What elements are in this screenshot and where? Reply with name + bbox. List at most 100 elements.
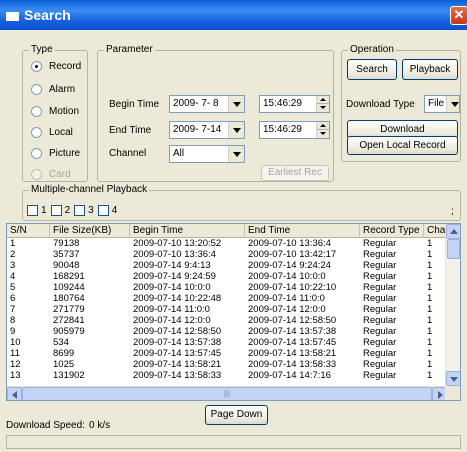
scroll-corner bbox=[445, 386, 460, 400]
begin-time-value: 15:46:29 bbox=[263, 98, 302, 109]
radio-button[interactable] bbox=[31, 147, 42, 159]
checkbox[interactable] bbox=[27, 205, 38, 216]
table-cell: 2009-07-14 12:58:50 bbox=[248, 316, 337, 326]
open-local-record-button[interactable]: Open Local Record bbox=[347, 136, 458, 155]
window-icon bbox=[6, 12, 19, 21]
scroll-up-button[interactable] bbox=[446, 224, 460, 239]
table-row[interactable]: 11 8699 2009-07-14 13:57:45 2009-07-14 13:5… bbox=[7, 349, 447, 359]
table-row[interactable]: 7 271779 2009-07-14 11:0:0 2009-07-14 12:0:… bbox=[7, 305, 447, 315]
column-header-record-type[interactable]: Record Type bbox=[360, 224, 424, 238]
channel-checkbox-1[interactable]: 1 bbox=[27, 205, 47, 216]
radio-button[interactable] bbox=[31, 60, 42, 72]
table-row[interactable]: 3 90048 2009-07-14 9:4:13 2009-07-14 9:24:2… bbox=[7, 261, 447, 271]
search-button[interactable]: Search bbox=[347, 59, 397, 80]
begin-date-picker[interactable]: 2009- 7- 8 bbox=[169, 95, 245, 113]
table-row[interactable]: 9 905979 2009-07-14 12:58:50 2009-07-14 13:… bbox=[7, 327, 447, 337]
checkbox[interactable] bbox=[50, 205, 62, 216]
column-header-file-size[interactable]: File Size(KB) bbox=[50, 224, 130, 238]
scroll-down-button[interactable] bbox=[446, 371, 460, 386]
radio-picture[interactable]: Picture bbox=[31, 146, 80, 160]
download-type-label: Download Type bbox=[346, 99, 415, 110]
table-row[interactable]: 5 109244 2009-07-14 10:0:0 2009-07-14 10:22… bbox=[7, 283, 447, 293]
table-row[interactable]: 10 534 2009-07-14 13:57:38 2009-07-14 13:57… bbox=[7, 338, 447, 348]
radio-label: Motion bbox=[49, 105, 80, 117]
end-time-spinner[interactable]: 15:46:29 bbox=[259, 121, 330, 139]
table-cell: 2009-07-14 13:58:21 bbox=[248, 349, 337, 359]
radio-label: Card bbox=[49, 168, 71, 180]
table-row[interactable]: 13 131902 2009-07-14 13:58:33 2009-07-14 14… bbox=[7, 371, 447, 381]
radio-button[interactable] bbox=[31, 83, 42, 95]
operation-group-legend: Operation bbox=[348, 44, 396, 55]
horizontal-scrollbar[interactable]: ||| bbox=[7, 386, 447, 400]
scroll-left-button[interactable] bbox=[7, 387, 22, 400]
table-row[interactable]: 8 272841 2009-07-14 12:0:0 2009-07-14 12:58… bbox=[7, 316, 447, 326]
table-row[interactable]: 6 180764 2009-07-14 10:22:48 2009-07-14 11:… bbox=[7, 294, 447, 304]
channel-select[interactable]: All bbox=[169, 145, 245, 163]
window-title: Search bbox=[24, 7, 71, 23]
channel-checkboxes: 1 2 3 4 bbox=[27, 205, 121, 216]
table-cell: 1025 bbox=[53, 360, 75, 370]
vertical-scroll-thumb[interactable] bbox=[447, 239, 460, 259]
table-row[interactable]: 1 79138 2009-07-10 13:20:52 2009-07-10 13:3… bbox=[7, 239, 447, 249]
operation-group: Operation Search Playback Download Type … bbox=[341, 44, 461, 162]
extra-mark: ; bbox=[451, 206, 454, 217]
end-date-picker[interactable]: 2009- 7-14 bbox=[169, 121, 245, 139]
radio-button[interactable] bbox=[31, 105, 42, 117]
table-cell: 534 bbox=[53, 338, 69, 348]
vertical-scrollbar[interactable] bbox=[445, 224, 460, 386]
chevron-down-icon[interactable] bbox=[446, 96, 459, 112]
radio-button[interactable] bbox=[31, 126, 42, 138]
table-cell: 35737 bbox=[53, 250, 80, 260]
playback-button[interactable]: Playback bbox=[402, 59, 458, 80]
radio-local[interactable]: Local bbox=[31, 125, 73, 139]
table-cell: 2009-07-14 13:58:33 bbox=[248, 360, 337, 370]
table-cell: 2009-07-14 13:57:45 bbox=[133, 349, 222, 359]
column-header-sn[interactable]: S/N bbox=[7, 224, 50, 238]
table-row[interactable]: 12 1025 2009-07-14 13:58:21 2009-07-14 13:5… bbox=[7, 360, 447, 370]
chevron-down-icon[interactable] bbox=[228, 96, 244, 112]
record-list[interactable]: S/N File Size(KB) Begin Time End Time Re… bbox=[6, 223, 461, 401]
table-cell: 2009-07-10 13:42:17 bbox=[248, 250, 337, 260]
multichannel-group: Multiple-channel Playback 1 2 3 4 ; bbox=[22, 184, 461, 221]
table-row[interactable]: 4 168291 2009-07-14 9:24:59 2009-07-14 10:0… bbox=[7, 272, 447, 282]
checkbox[interactable] bbox=[97, 205, 109, 216]
table-cell: 1 bbox=[427, 349, 433, 359]
channel-checkbox-4[interactable]: 4 bbox=[97, 205, 117, 216]
spin-buttons[interactable] bbox=[316, 96, 329, 112]
chevron-down-icon[interactable] bbox=[228, 146, 244, 162]
chevron-down-icon[interactable] bbox=[228, 122, 244, 138]
begin-time-spinner[interactable]: 15:46:29 bbox=[259, 95, 330, 113]
channel-checkbox-2[interactable]: 2 bbox=[50, 205, 70, 216]
channel-value: All bbox=[173, 148, 185, 159]
table-cell: 2009-07-14 12:58:50 bbox=[133, 327, 222, 337]
horizontal-scroll-thumb[interactable]: ||| bbox=[22, 387, 432, 400]
table-row[interactable]: 2 35737 2009-07-10 13:36:4 2009-07-10 13:42… bbox=[7, 250, 447, 260]
spin-buttons[interactable] bbox=[316, 122, 329, 138]
parameter-group: Parameter Begin Time 2009- 7- 8 15:46:29… bbox=[97, 44, 334, 182]
download-type-select[interactable]: File bbox=[424, 95, 460, 113]
radio-record[interactable]: Record bbox=[31, 59, 81, 73]
table-cell: Regular bbox=[363, 327, 397, 337]
column-header-begin-time[interactable]: Begin Time bbox=[130, 224, 245, 238]
table-cell: 168291 bbox=[53, 272, 85, 282]
radio-alarm[interactable]: Alarm bbox=[31, 82, 75, 96]
checkbox[interactable] bbox=[74, 205, 86, 216]
type-group-legend: Type bbox=[29, 44, 55, 55]
page-down-button[interactable]: Page Down bbox=[205, 405, 268, 425]
table-cell: 131902 bbox=[53, 371, 85, 381]
table-cell: 2 bbox=[10, 250, 16, 260]
close-icon[interactable]: ✕ bbox=[450, 6, 467, 25]
table-cell: 1 bbox=[427, 261, 433, 271]
column-header-channel[interactable]: Chan bbox=[424, 224, 447, 238]
table-cell: Regular bbox=[363, 349, 397, 359]
table-cell: 2009-07-10 13:36:4 bbox=[133, 250, 216, 260]
begin-time-label: Begin Time bbox=[109, 99, 160, 110]
table-cell: 1 bbox=[427, 371, 433, 381]
column-header-end-time[interactable]: End Time bbox=[245, 224, 360, 238]
table-cell: Regular bbox=[363, 305, 397, 315]
radio-motion[interactable]: Motion bbox=[31, 104, 79, 118]
begin-date-value: 2009- 7- 8 bbox=[173, 98, 219, 109]
table-cell: 2009-07-14 13:57:45 bbox=[248, 338, 337, 348]
list-header: S/N File Size(KB) Begin Time End Time Re… bbox=[7, 224, 447, 238]
channel-checkbox-3[interactable]: 3 bbox=[74, 205, 94, 216]
